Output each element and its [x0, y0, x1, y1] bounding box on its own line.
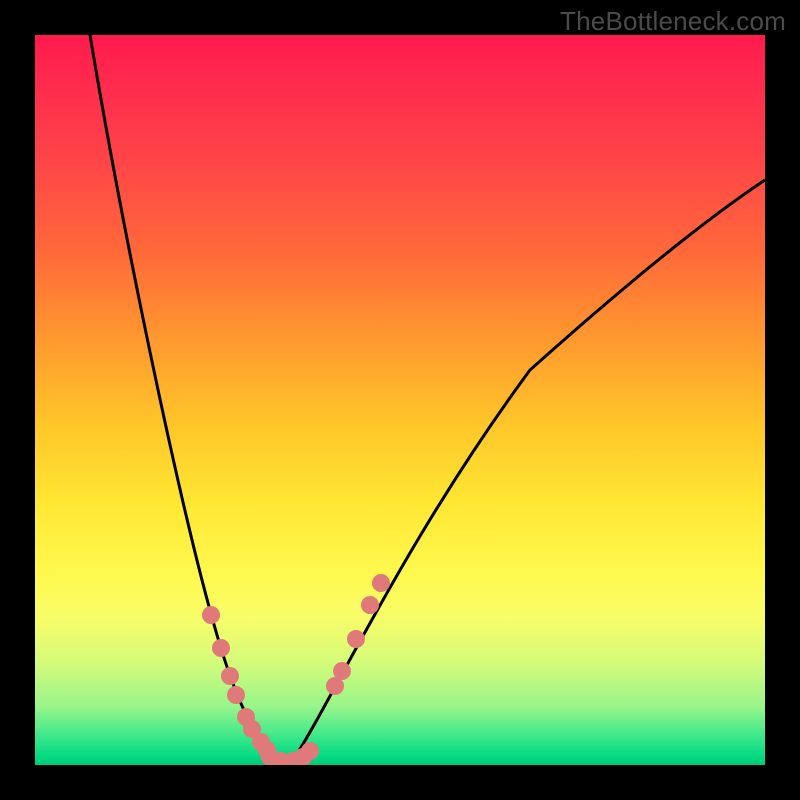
chart-frame: TheBottleneck.com	[0, 0, 800, 800]
curve-group	[90, 35, 765, 760]
left-curve	[90, 35, 275, 757]
chart-svg	[35, 35, 765, 765]
right-curve	[295, 180, 765, 757]
watermark-text: TheBottleneck.com	[560, 6, 786, 37]
plot-area	[35, 35, 765, 765]
scatter-right	[326, 574, 390, 695]
scatter-left	[202, 606, 276, 759]
